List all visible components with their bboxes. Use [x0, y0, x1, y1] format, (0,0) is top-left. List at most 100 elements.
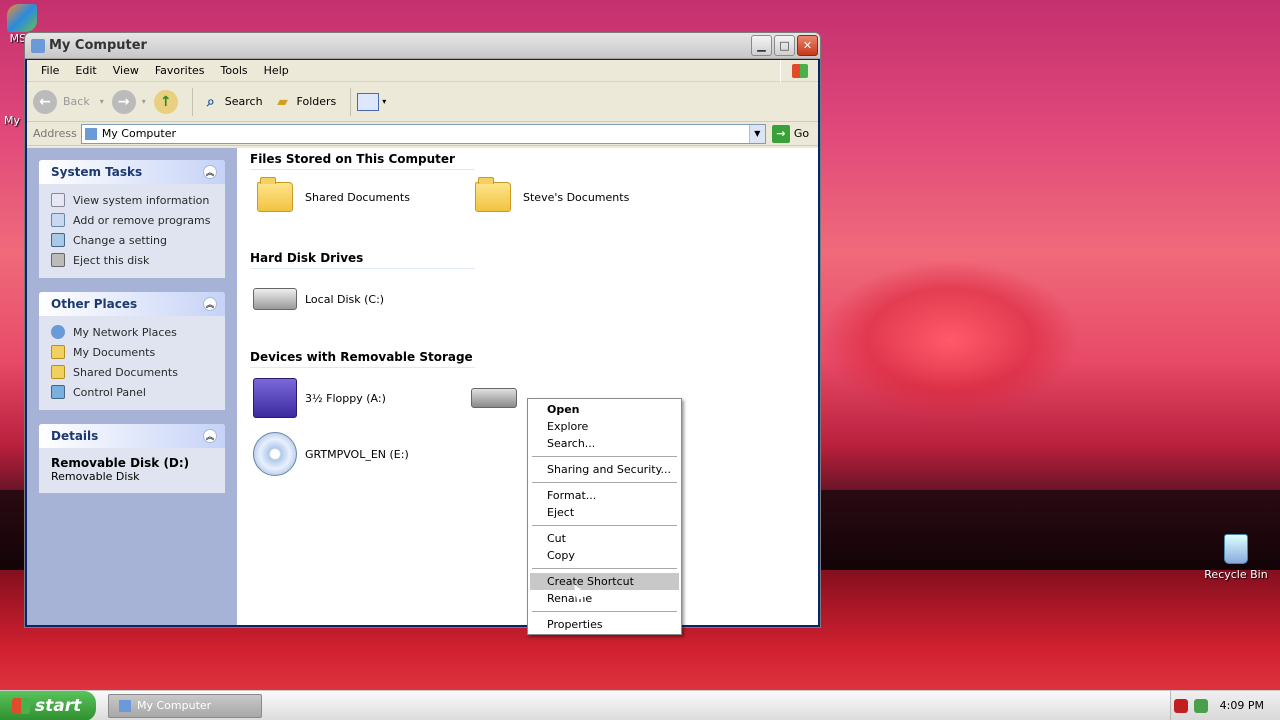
my-computer-window: My Computer ▁ □ ✕ File Edit View Favorit…	[24, 32, 821, 628]
context-search[interactable]: Search...	[530, 435, 679, 452]
folder-icon	[475, 177, 511, 212]
maximize-button[interactable]: □	[774, 35, 795, 56]
windows-flag-icon	[12, 697, 30, 714]
search-button[interactable]: ⌕ Search	[199, 90, 263, 114]
minimize-button[interactable]: ▁	[751, 35, 772, 56]
menu-file[interactable]: File	[33, 64, 67, 77]
context-format[interactable]: Format...	[530, 487, 679, 504]
task-label: Add or remove programs	[73, 213, 211, 227]
menu-favorites[interactable]: Favorites	[147, 64, 213, 77]
address-field[interactable]: My Computer ▼	[80, 123, 766, 144]
context-eject[interactable]: Eject	[530, 504, 679, 521]
my-documents-icon	[51, 345, 65, 359]
menu-view[interactable]: View	[105, 64, 147, 77]
menu-edit[interactable]: Edit	[67, 64, 104, 77]
task-view-system-information[interactable]: View system information	[51, 190, 215, 210]
address-label: Address	[33, 127, 77, 140]
menu-separator	[532, 568, 677, 569]
task-label: Change a setting	[73, 233, 167, 247]
system-tasks-header[interactable]: System Tasks ︽	[39, 160, 225, 184]
system-tasks-panel: System Tasks ︽ View system information A…	[39, 160, 225, 278]
cd-drive-icon	[253, 432, 297, 476]
details-panel: Details ︽ Removable Disk (D:) Removable …	[39, 424, 225, 493]
collapse-icon[interactable]: ︽	[203, 297, 217, 311]
details-header[interactable]: Details ︽	[39, 424, 225, 448]
folders-label: Folders	[296, 95, 337, 108]
other-places-header[interactable]: Other Places ︽	[39, 292, 225, 316]
collapse-icon[interactable]: ︽	[203, 165, 217, 179]
security-shield-icon[interactable]	[1173, 698, 1188, 713]
taskbar: start My Computer 4:09 PM	[0, 690, 1280, 720]
context-sharing-security[interactable]: Sharing and Security...	[530, 461, 679, 478]
address-dropdown-button[interactable]: ▼	[748, 124, 765, 143]
context-explore[interactable]: Explore	[530, 418, 679, 435]
taskbar-my-computer[interactable]: My Computer	[108, 693, 262, 718]
back-button[interactable]: ← Back ▾	[33, 89, 104, 114]
title-bar[interactable]: My Computer ▁ □ ✕	[25, 33, 820, 59]
place-label: Shared Documents	[73, 365, 178, 379]
desktop-icon-my[interactable]: My	[2, 114, 22, 127]
context-create-shortcut[interactable]: Create Shortcut	[530, 573, 679, 590]
toolbar-separator	[191, 87, 193, 116]
group-header-hdd: Hard Disk Drives	[250, 251, 475, 269]
collapse-icon[interactable]: ︽	[203, 429, 217, 443]
folders-button[interactable]: ▰ Folders	[271, 90, 337, 114]
item-steves-documents[interactable]: Steve's Documents	[475, 177, 630, 212]
item-label: Steve's Documents	[523, 190, 630, 204]
item-removable-disk-d[interactable]	[471, 388, 525, 408]
task-change-setting[interactable]: Change a setting	[51, 230, 215, 250]
forward-arrow-icon: →	[111, 89, 136, 114]
folders-icon: ▰	[277, 93, 288, 110]
recycle-bin-icon	[1224, 534, 1248, 564]
task-eject-disk[interactable]: Eject this disk	[51, 250, 215, 270]
task-label: Eject this disk	[73, 253, 150, 267]
computer-icon	[119, 699, 131, 712]
computer-icon	[84, 127, 97, 140]
context-open[interactable]: Open	[530, 401, 679, 418]
item-label: Local Disk (C:)	[305, 292, 385, 306]
up-button[interactable]: ↑	[153, 89, 178, 114]
floppy-drive-icon	[253, 378, 297, 418]
item-shared-documents[interactable]: Shared Documents	[257, 177, 410, 212]
place-label: Control Panel	[73, 385, 146, 399]
forward-button[interactable]: → ▾	[111, 89, 146, 114]
close-button[interactable]: ✕	[797, 35, 818, 56]
context-copy[interactable]: Copy	[530, 547, 679, 564]
window-title: My Computer	[49, 38, 147, 53]
go-button[interactable]: → Go	[771, 124, 809, 143]
content-area: System Tasks ︽ View system information A…	[27, 148, 818, 625]
place-label: My Documents	[73, 345, 156, 359]
item-local-disk-c[interactable]: Local Disk (C:)	[253, 288, 384, 310]
context-cut[interactable]: Cut	[530, 530, 679, 547]
group-header-files: Files Stored on This Computer	[250, 152, 475, 170]
eject-icon	[51, 253, 65, 267]
place-label: My Network Places	[73, 325, 177, 339]
views-button[interactable]: ▾	[357, 92, 386, 111]
system-tray: 4:09 PM	[1170, 690, 1280, 720]
back-dropdown-icon[interactable]: ▾	[100, 97, 104, 106]
start-button[interactable]: start	[0, 690, 96, 720]
item-grtmpvol-e[interactable]: GRTMPVOL_EN (E:)	[253, 432, 409, 476]
control-panel-icon	[51, 233, 65, 247]
desktop-icon-recycle-bin[interactable]: Recycle Bin	[1204, 534, 1268, 581]
context-rename[interactable]: Rename	[530, 590, 679, 607]
menu-tools[interactable]: Tools	[213, 64, 256, 77]
folder-icon	[51, 365, 65, 379]
menu-separator	[532, 525, 677, 526]
forward-dropdown-icon[interactable]: ▾	[142, 97, 146, 106]
place-shared-documents[interactable]: Shared Documents	[51, 362, 215, 382]
start-label: start	[35, 695, 82, 716]
safely-remove-hardware-icon[interactable]	[1193, 698, 1208, 713]
clock[interactable]: 4:09 PM	[1220, 699, 1264, 712]
task-add-remove-programs[interactable]: Add or remove programs	[51, 210, 215, 230]
item-floppy-a[interactable]: 3½ Floppy (A:)	[253, 378, 386, 418]
place-my-documents[interactable]: My Documents	[51, 342, 215, 362]
desktop-icon-label: Recycle Bin	[1204, 568, 1268, 581]
place-my-network-places[interactable]: My Network Places	[51, 322, 215, 342]
task-label: View system information	[73, 193, 210, 207]
item-label: GRTMPVOL_EN (E:)	[305, 447, 409, 461]
control-panel-icon	[51, 385, 65, 399]
place-control-panel[interactable]: Control Panel	[51, 382, 215, 402]
menu-help[interactable]: Help	[256, 64, 297, 77]
context-properties[interactable]: Properties	[530, 616, 679, 633]
